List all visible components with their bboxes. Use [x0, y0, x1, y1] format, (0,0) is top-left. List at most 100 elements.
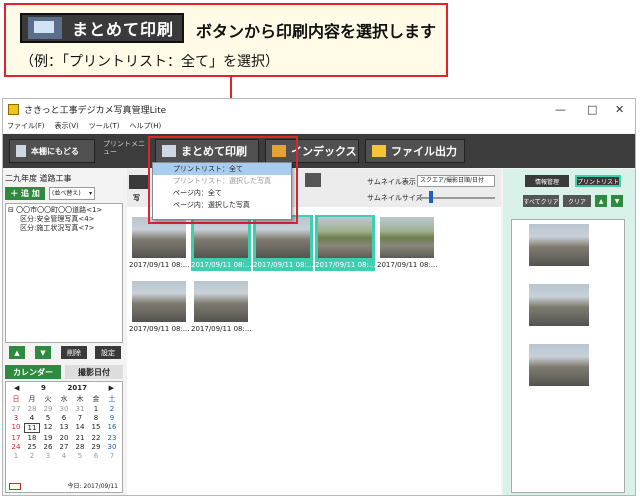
calendar-day[interactable]: 15	[88, 423, 104, 433]
instruction-callout: まとめて印刷 ボタンから印刷内容を選択します （例：「プリントリスト：全て」を選…	[4, 3, 448, 77]
calendar-grid: 日月火水木金土 27 28 29 30 31 1 2 3 4 5 6 7 8 9 10 11 12 13 14 15 16…	[6, 394, 122, 460]
calendar-day[interactable]: 1	[8, 452, 24, 460]
move-down-button[interactable]: ▼	[611, 195, 623, 207]
back-to-bookshelf-button[interactable]: 本棚にもどる	[9, 139, 95, 163]
calendar-day[interactable]: 24	[8, 443, 24, 451]
print-list-button[interactable]: プリントリスト	[575, 175, 621, 187]
calendar-day[interactable]: 21	[72, 434, 88, 442]
calendar-day[interactable]: 7	[104, 452, 120, 460]
calendar-day[interactable]: 14	[72, 423, 88, 433]
weekday-label: 火	[44, 395, 52, 403]
menu-item-printlist-all[interactable]: プリントリスト：全て	[153, 163, 291, 175]
tree-item-construction[interactable]: 区分:施工状況写真<7>	[8, 224, 120, 233]
menu-item-page-all[interactable]: ページ内：全て	[153, 187, 291, 199]
maximize-button[interactable]: □	[587, 103, 597, 116]
calendar-day[interactable]: 5	[72, 452, 88, 460]
calendar-day[interactable]: 7	[72, 414, 88, 422]
calendar-day[interactable]: 20	[56, 434, 72, 442]
file-output-button[interactable]: ファイル出力	[365, 139, 465, 163]
calendar-day[interactable]: 2	[104, 405, 120, 413]
calendar-day[interactable]: 4	[56, 452, 72, 460]
clear-button[interactable]: クリア	[563, 195, 591, 207]
calendar-day[interactable]: 23	[104, 434, 120, 442]
photo-thumb[interactable]: 2017/09/11 08:...	[377, 215, 438, 271]
calendar-day[interactable]: 27	[8, 405, 24, 413]
calendar-day[interactable]: 8	[88, 414, 104, 422]
move-down-button[interactable]: ▼	[35, 346, 51, 359]
calendar-day[interactable]: 19	[40, 434, 56, 442]
print-list-item[interactable]	[529, 224, 589, 266]
print-list-item[interactable]	[529, 284, 589, 326]
menu-file[interactable]: ファイル(F)	[7, 121, 45, 131]
slider-thumb[interactable]	[429, 191, 433, 203]
tab-calendar[interactable]: カレンダー	[5, 365, 61, 379]
calendar-day[interactable]: 12	[40, 423, 56, 433]
main-toolbar: 本棚にもどる プリントメニュー まとめて印刷 インデックス ファイル出力	[3, 134, 635, 168]
calendar-day[interactable]: 28	[72, 443, 88, 451]
calendar-tabs: カレンダー 撮影日付	[5, 365, 123, 379]
photo-tab[interactable]: 写	[133, 193, 140, 203]
calendar-day[interactable]: 3	[8, 414, 24, 422]
calendar-day[interactable]: 5	[40, 414, 56, 422]
calendar-day[interactable]: 18	[24, 434, 40, 442]
menu-tools[interactable]: ツール(T)	[89, 121, 120, 131]
calendar-day[interactable]: 25	[24, 443, 40, 451]
calendar-day[interactable]: 31	[72, 405, 88, 413]
photo-thumb[interactable]: 2017/09/11 08:...	[129, 279, 190, 335]
calendar-day[interactable]: 2	[24, 452, 40, 460]
calendar-day[interactable]: 13	[56, 423, 72, 433]
calendar-day[interactable]: 16	[104, 423, 120, 433]
tree-item-safety[interactable]: 区分:安全管理写真<4>	[8, 215, 120, 224]
back-label: 本棚にもどる	[31, 146, 79, 156]
calendar-day[interactable]: 30	[56, 405, 72, 413]
next-month-button[interactable]: ▶	[109, 384, 114, 392]
collapse-icon[interactable]: ⊟	[8, 206, 16, 214]
calendar-day[interactable]: 28	[24, 405, 40, 413]
print-list[interactable]	[511, 219, 625, 493]
thumbnail-display-select[interactable]: スクエア/撮影日順/日付	[417, 175, 495, 187]
calendar-day[interactable]: 9	[104, 414, 120, 422]
calendar-day[interactable]: 17	[8, 434, 24, 442]
delete-button[interactable]: 削除	[61, 346, 87, 359]
info-management-button[interactable]: 情報管理	[525, 175, 569, 187]
calendar-day[interactable]: 10	[8, 423, 24, 433]
tree-item-root[interactable]: ⊟ 〇〇市〇〇町〇〇道路<1>	[8, 206, 120, 215]
calendar-day[interactable]: 6	[56, 414, 72, 422]
calendar-day[interactable]: 30	[104, 443, 120, 451]
calendar-day[interactable]: 22	[88, 434, 104, 442]
calendar-day[interactable]: 26	[40, 443, 56, 451]
clear-all-button[interactable]: すべてクリア	[523, 195, 559, 207]
move-up-button[interactable]: ▲	[9, 346, 25, 359]
menu-view[interactable]: 表示(V)	[55, 121, 79, 131]
calendar-day[interactable]: 3	[40, 452, 56, 460]
photo-caption: 2017/09/11 08:...	[377, 261, 438, 269]
close-button[interactable]: ✕	[615, 103, 624, 116]
folder-tree[interactable]: ⊟ 〇〇市〇〇町〇〇道路<1> 区分:安全管理写真<4> 区分:施工状況写真<7…	[5, 203, 123, 343]
calendar-day[interactable]: 4	[24, 414, 40, 422]
calendar-day[interactable]: 1	[88, 405, 104, 413]
photo-image	[318, 217, 372, 258]
calendar-day[interactable]: 27	[56, 443, 72, 451]
menu-item-page-selected[interactable]: ページ内：選択した写真	[153, 199, 291, 211]
move-up-button[interactable]: ▲	[595, 195, 607, 207]
photo-thumb-selected[interactable]: 2017/09/11 08:...	[315, 215, 376, 271]
print-list-item[interactable]	[529, 344, 589, 386]
prev-month-button[interactable]: ◀	[14, 384, 19, 392]
minimize-button[interactable]: —	[555, 103, 566, 116]
settings-button[interactable]: 設定	[95, 346, 121, 359]
trash-icon[interactable]	[305, 173, 321, 187]
camera-icon[interactable]	[129, 175, 149, 189]
callout-button-label: まとめて印刷	[72, 20, 175, 39]
photo-thumb[interactable]: 2017/09/11 08:...	[191, 279, 252, 335]
calendar-day[interactable]: 6	[88, 452, 104, 460]
weekday-label: 木	[76, 395, 84, 403]
add-button[interactable]: ＋ 追 加	[5, 187, 45, 200]
calendar-day[interactable]: 29	[88, 443, 104, 451]
print-menu-button[interactable]: プリントメニュー	[103, 140, 149, 156]
tab-shooting-date[interactable]: 撮影日付	[65, 365, 123, 379]
sort-select[interactable]: (並べ替え) ▾	[49, 187, 95, 200]
thumbnail-size-label: サムネイルサイズ	[367, 194, 423, 202]
menu-help[interactable]: ヘルプ(H)	[130, 121, 162, 131]
calendar-day[interactable]: 11	[24, 423, 40, 433]
calendar-day[interactable]: 29	[40, 405, 56, 413]
